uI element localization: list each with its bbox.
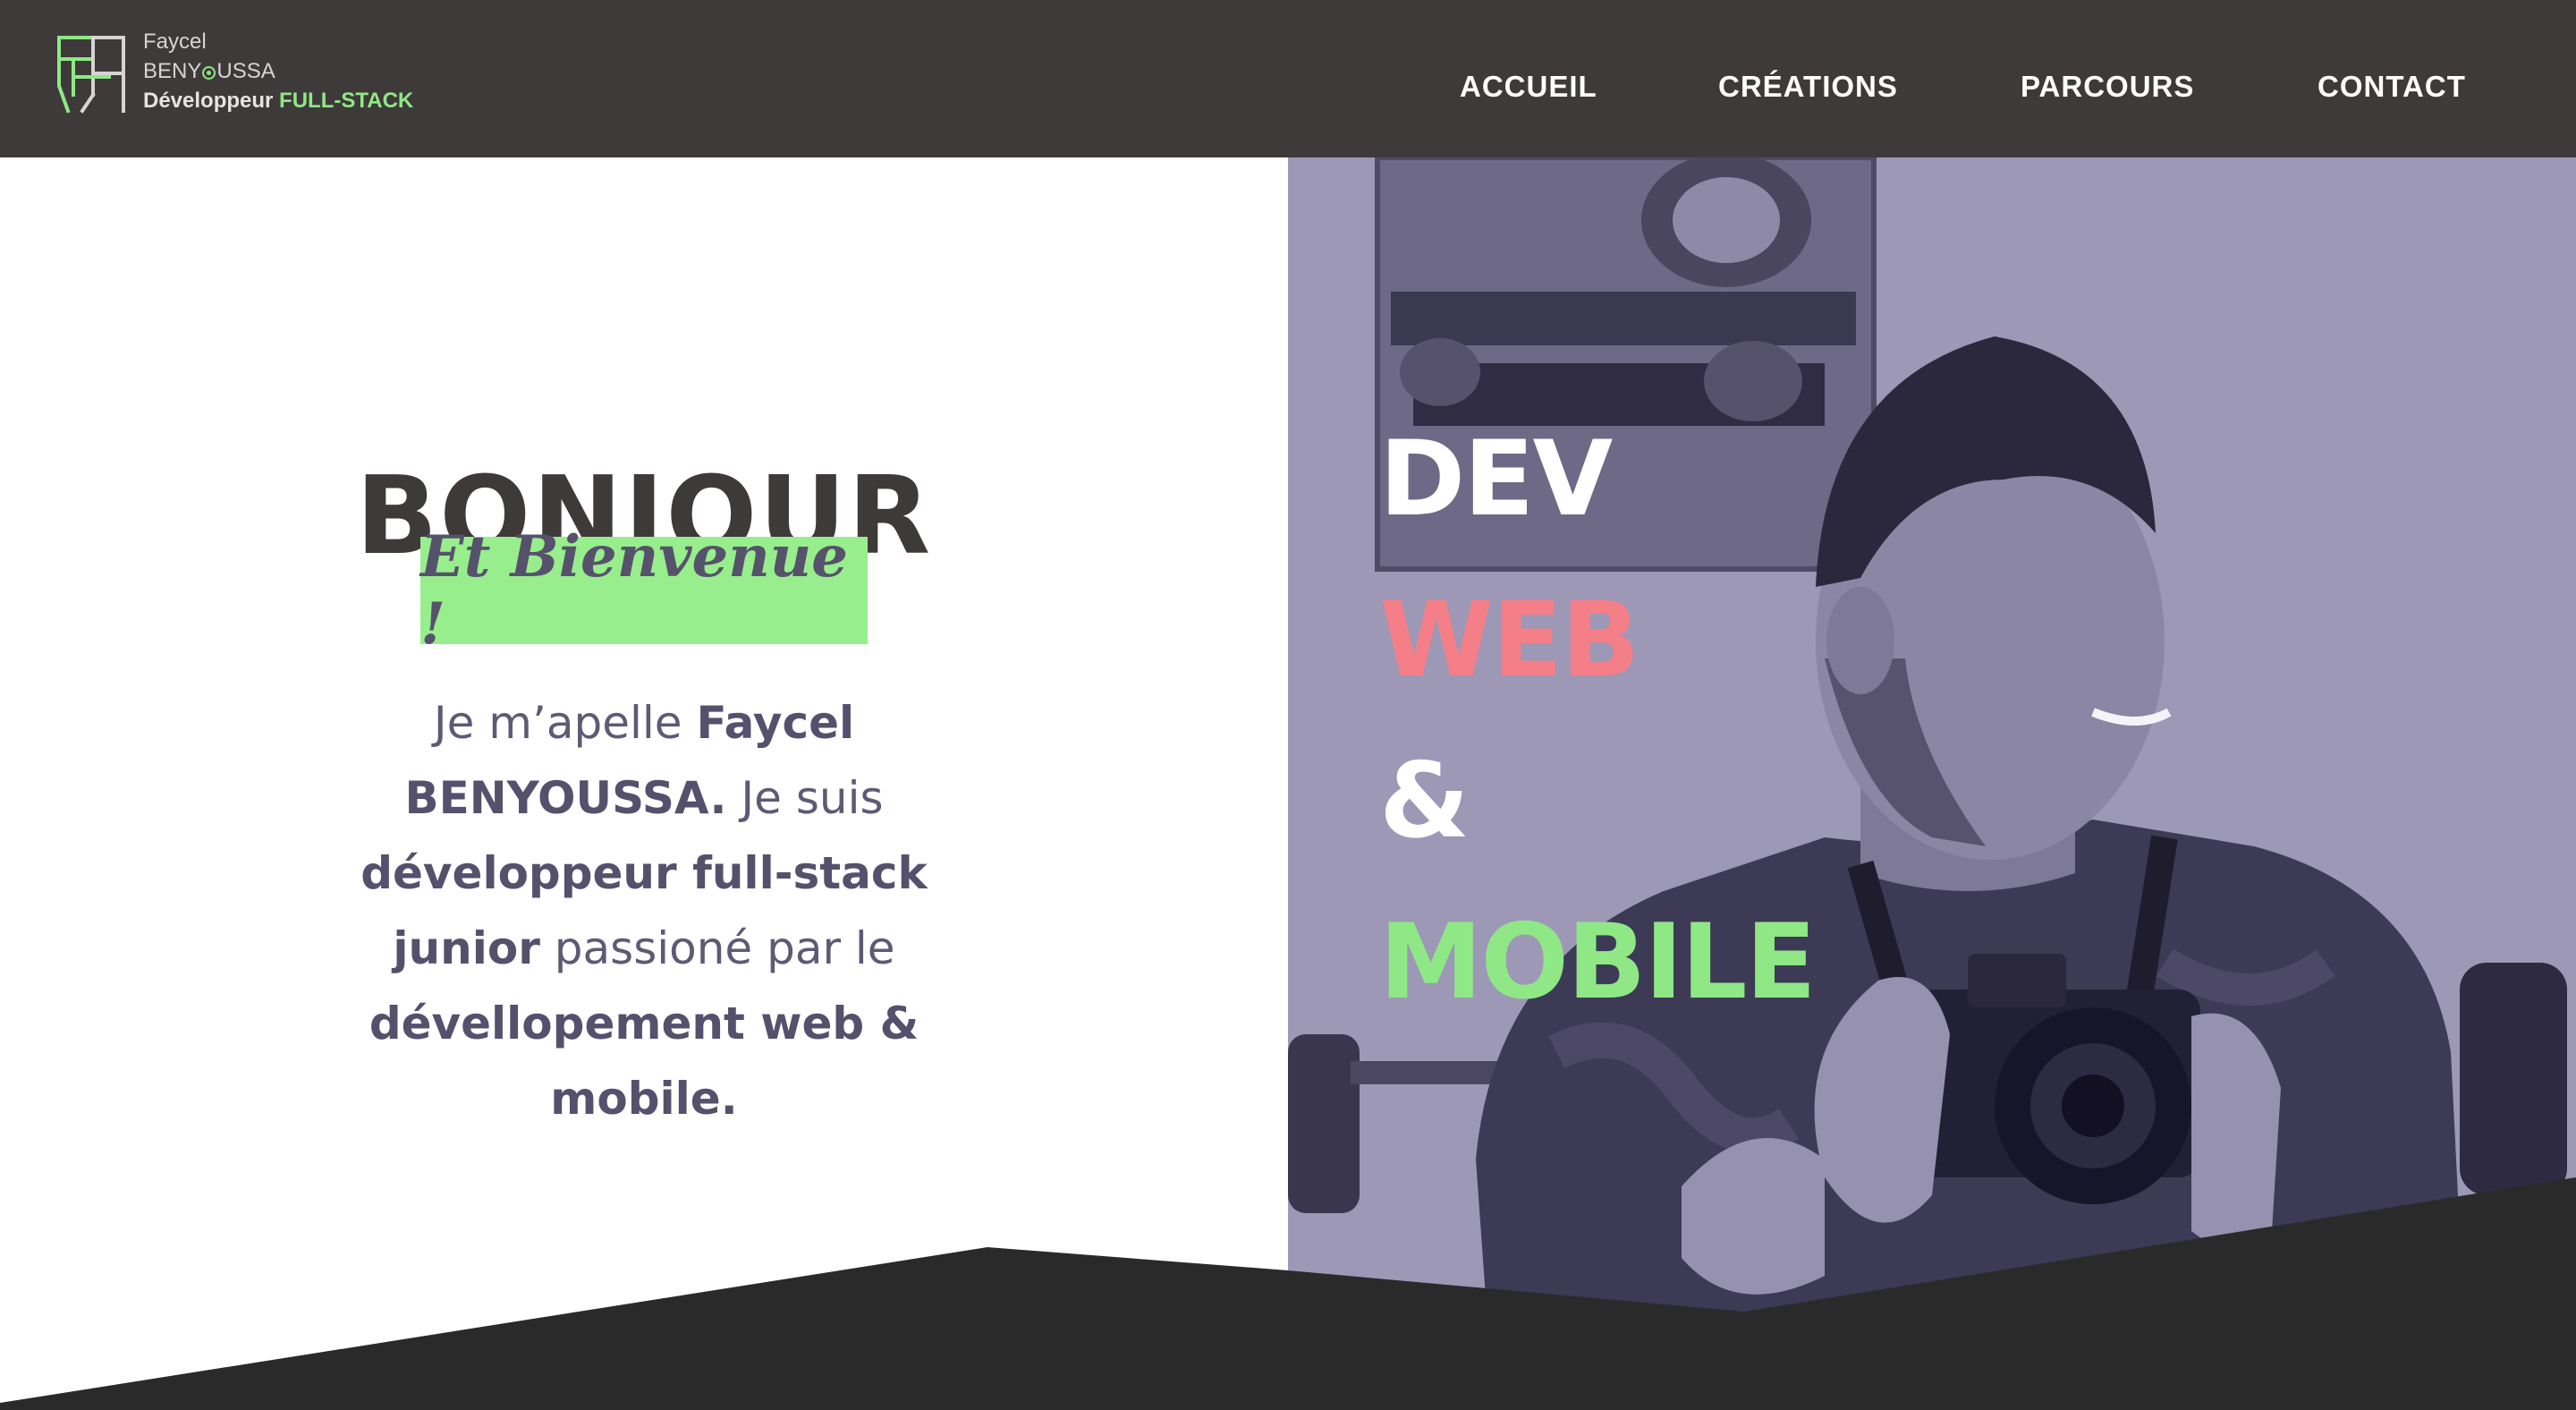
nav-item-creations[interactable]: CRÉATIONS [1718,70,1898,104]
intro-paragraph: Je m’apelle Faycel BENYOUSSA. Je suis dé… [349,685,939,1136]
logo-text: Faycel BENY USSA Développeur FULL-STACK [143,27,413,115]
intro-passion: dévellopement web & mobile. [369,998,919,1125]
nav-item-contact[interactable]: CONTACT [2318,70,2466,104]
tagline: DEV WEB & MOBILE [1379,399,1817,1043]
brand-role: Développeur FULL-STACK [143,86,413,115]
brand-last-name: BENY USSA [143,56,413,86]
fb-monogram-logo-icon [57,36,125,114]
welcome-badge: Et Bienvenue ! [420,523,868,658]
brand-last-name-start: BENY [143,59,202,83]
tagline-dev: DEV [1379,419,1613,539]
tagline-ampersand: & [1379,741,1470,862]
intro-text-3: passioné par le [539,922,895,974]
intro-text-1: Je m’apelle [433,697,697,749]
tagline-web: WEB [1379,580,1640,701]
hero-intro: BONJOUR Et Bienvenue ! Je m’apelle Fayce… [0,157,1288,1410]
tagline-mobile: MOBILE [1379,902,1817,1023]
brand-last-name-end: USSA [216,59,275,83]
nav-item-accueil[interactable]: ACCUEIL [1460,70,1597,104]
brand-role-prefix: Développeur [143,89,274,113]
hero-visual: DEV WEB & MOBILE [1288,157,2576,1410]
brand-first-name: Faycel [143,30,207,54]
logo-o-target-icon [202,66,216,80]
brand-role-accent: FULL-STACK [279,89,414,113]
nav-item-parcours[interactable]: PARCOURS [2021,70,2194,104]
site-header: Faycel BENY USSA Développeur FULL-STACK A… [0,0,2576,157]
intro-text-2: Je suis [726,772,884,824]
